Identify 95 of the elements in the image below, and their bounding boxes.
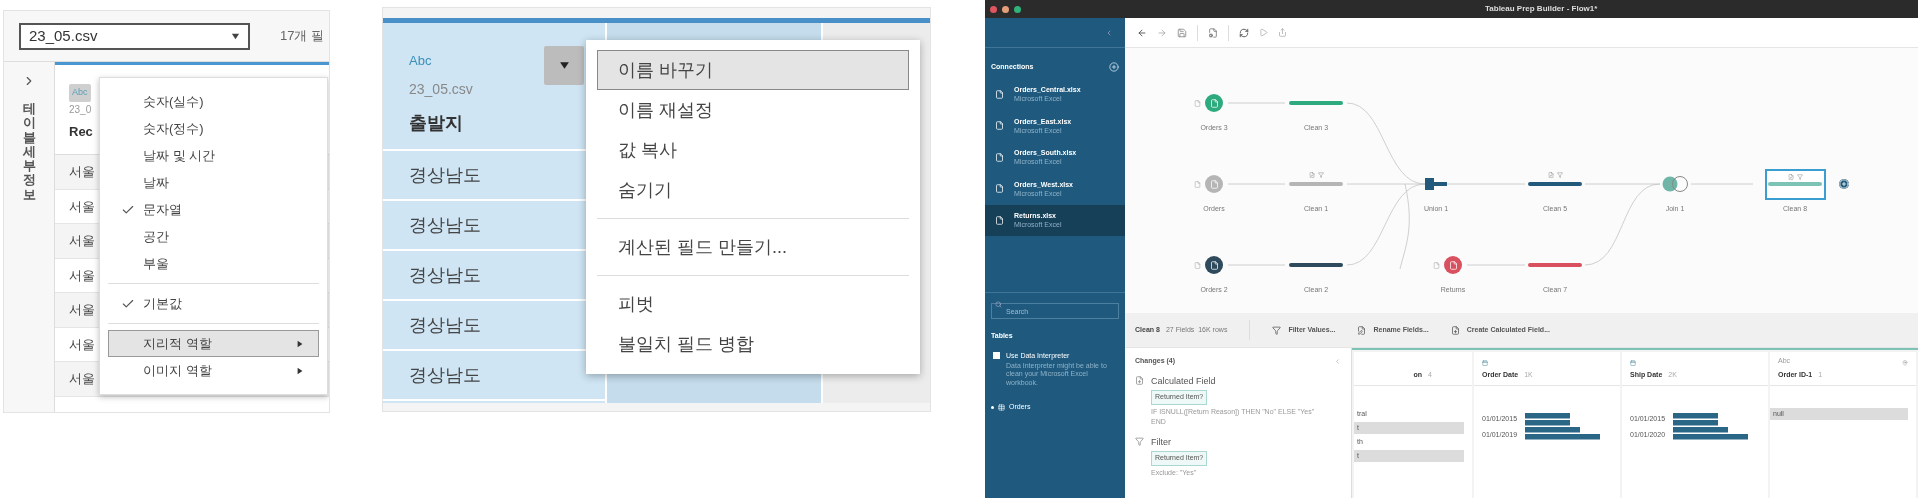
file-icon [995,215,1004,225]
output-icon[interactable] [1278,28,1287,37]
change-title: Filter [1151,435,1171,449]
caret-icon [231,31,240,41]
change-icon [1547,171,1554,178]
menu-item[interactable]: 문자열 [108,196,319,223]
table-cell-text: 서울 [69,197,95,216]
calculated-field-icon [1135,375,1144,385]
file-icon [1209,179,1219,189]
menu-item[interactable]: 날짜 [108,169,319,196]
table-cell-text: 경상남도 [409,313,481,337]
table-cell-text: 경상남도 [409,263,481,287]
close-icon[interactable] [990,5,997,13]
back-icon[interactable] [1137,27,1147,38]
submenu-arrow-icon [296,366,304,375]
collapse-icon[interactable] [1105,28,1113,37]
menu-item[interactable]: 피벗 [597,284,909,324]
maximize-icon[interactable] [1014,5,1021,13]
menu-item[interactable]: 이름 바꾸기 [597,50,909,90]
join-node[interactable] [1661,176,1689,192]
union-node[interactable] [1425,178,1447,190]
filter-icon [1796,173,1803,180]
pin-icon [1902,360,1908,366]
calendar-icon [1482,360,1488,366]
table-details-label: 테이블 세부 정보 [22,102,36,203]
column-name: 출발지 [409,111,463,135]
table-cell-text: 경상남도 [409,213,481,237]
filter-icon [1317,171,1324,178]
change-icon [1787,173,1794,180]
data-icon [1433,261,1440,269]
selected-clean-node[interactable] [1764,168,1826,200]
data-icon [1194,261,1201,269]
file-select[interactable]: 23_05.csv [19,22,250,50]
table-cell-text: 서울 [69,232,95,250]
file-icon [995,152,1004,162]
data-source-icon[interactable] [1208,27,1218,38]
file-icon [1209,98,1219,108]
change-title: Calculated Field [1151,374,1216,388]
file-icon [1209,260,1219,270]
table-cell-text: 경상남도 [409,363,481,387]
change-icon [1308,171,1315,178]
column-name: Rec [69,123,93,141]
data-icon [1194,180,1201,188]
filter-icon [1556,171,1563,178]
search-icon [995,300,1002,308]
menu-item[interactable]: 계산된 필드 만들기... [597,227,909,267]
file-icon [995,89,1004,99]
menu-item[interactable]: 불일치 필드 병합 [597,324,909,364]
table-icon [998,403,1005,411]
menu-item[interactable]: 숫자(실수) [108,88,319,115]
source-name: 23_05.csv [409,79,473,99]
menu-item[interactable]: 이미지 역할 [108,357,319,384]
type-label: Abc [409,52,432,70]
table-cell-text: 서울 [69,335,95,354]
column-menu-button[interactable] [544,46,584,85]
input-node[interactable] [1205,94,1223,112]
table-cell-text: 서울 [69,301,95,319]
table-cell-text: 서울 [69,163,95,181]
table-cell-text: 경상남도 [409,163,481,187]
input-node[interactable] [1205,256,1223,274]
input-node[interactable] [1444,256,1462,274]
file-icon [995,121,1004,131]
menu-item[interactable]: 숨기기 [597,170,909,210]
menu-item[interactable]: 지리적 역할 [108,330,319,357]
filter-icon [1272,325,1282,335]
calculated-field-icon [1450,325,1460,335]
file-icon [995,184,1004,194]
source-name: 23_0 [69,103,92,117]
bullet-icon [991,405,994,409]
menu-item[interactable]: 기본값 [108,290,319,317]
menu-item[interactable]: 부울 [108,250,319,277]
table-cell-text: 서울 [69,266,95,285]
input-node[interactable] [1205,175,1223,193]
add-step-icon[interactable] [1839,179,1849,189]
save-icon[interactable] [1177,27,1187,38]
forward-icon[interactable] [1157,27,1167,38]
filter-icon [1135,436,1144,446]
menu-item[interactable]: 숫자(정수) [108,115,319,142]
refresh-icon[interactable] [1239,27,1249,38]
file-icon [1448,260,1458,270]
table-cell-text: 서울 [69,370,95,388]
field-count: 17개 필 [280,27,325,46]
add-connection-icon[interactable] [1109,62,1119,73]
rename-icon [1357,325,1367,335]
window-title: Tableau Prep Builder - Flow1* [1485,3,1598,15]
checkbox[interactable] [993,352,1000,360]
menu-item[interactable]: 공간 [108,223,319,250]
submenu-arrow-icon [296,339,304,348]
menu-item[interactable]: 날짜 및 시간 [108,142,319,169]
menu-item[interactable]: 이름 재설정 [597,90,909,130]
minimize-icon[interactable] [1002,5,1009,13]
menu-item[interactable]: 값 복사 [597,130,909,170]
caret-icon [558,60,570,71]
data-icon [1194,99,1201,107]
calendar-icon [1630,360,1636,366]
